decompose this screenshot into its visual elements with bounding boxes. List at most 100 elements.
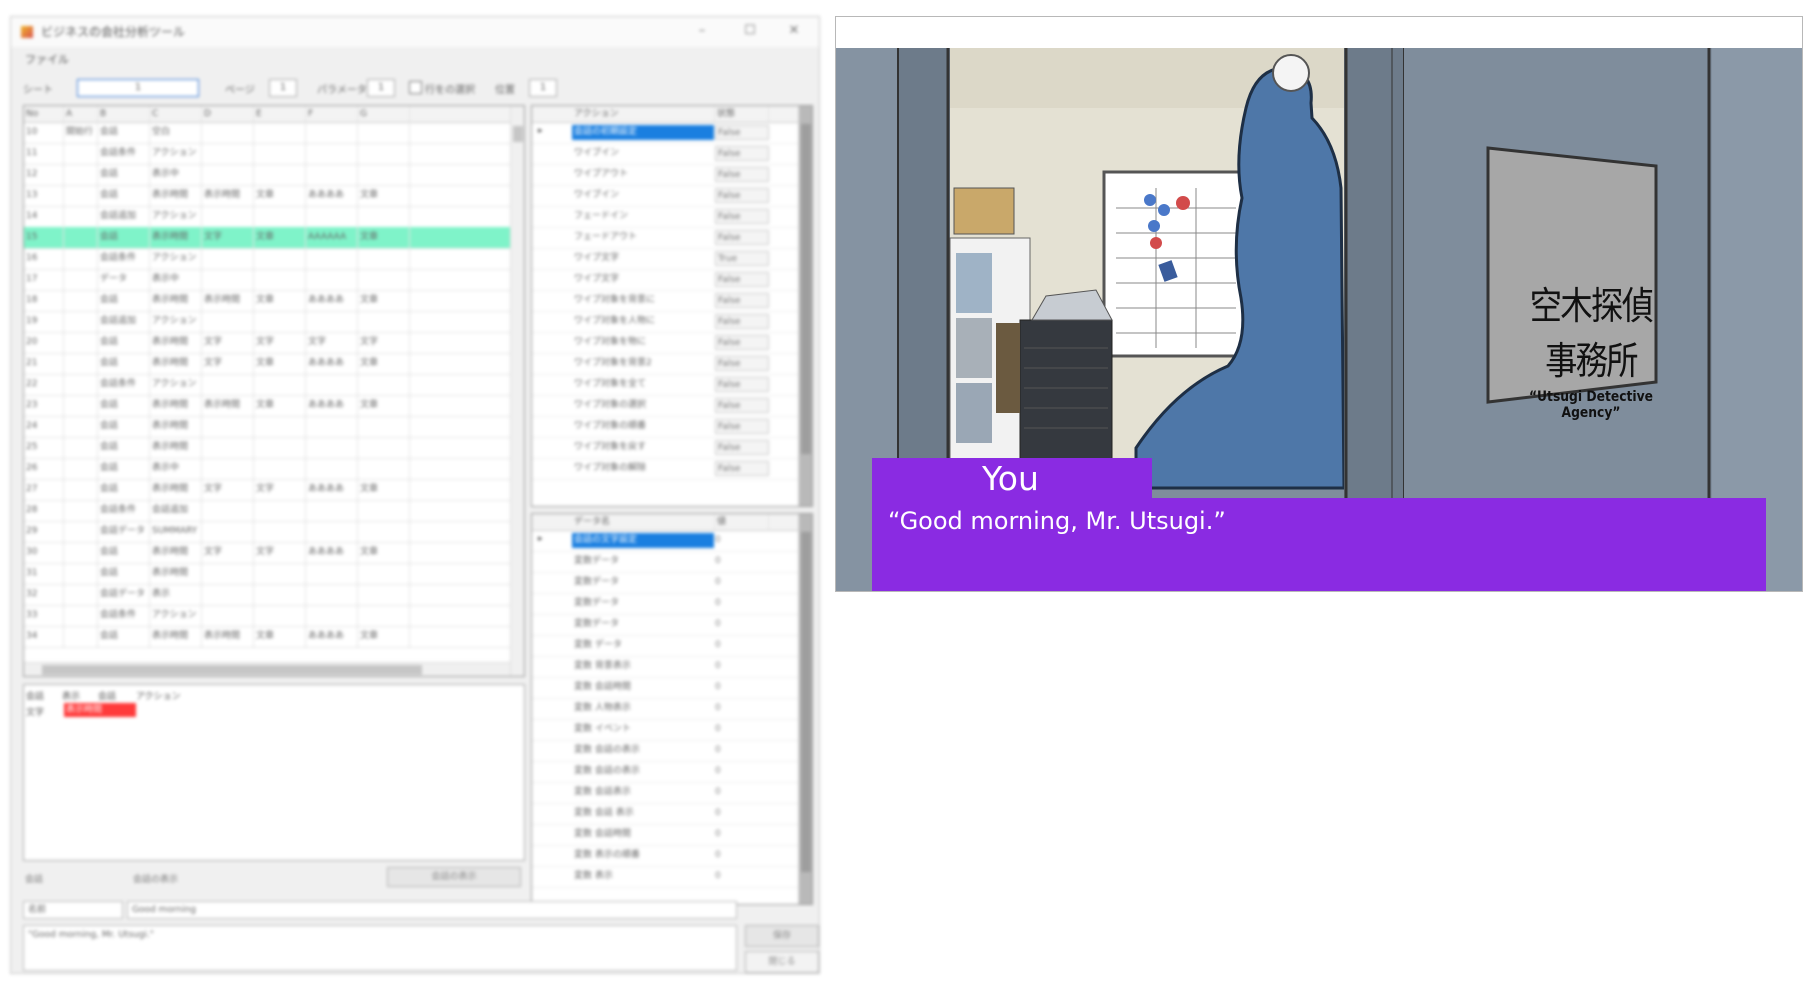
grid-cell[interactable] <box>64 248 98 269</box>
grid-cell[interactable]: 会話 <box>98 563 150 584</box>
grid-cell[interactable]: 表示時間 <box>150 563 202 584</box>
list-item-value[interactable]: 0 <box>715 680 769 695</box>
grid-row[interactable]: 10 開始行 会話 空白 <box>24 122 510 144</box>
list-item-name[interactable]: 変数 会話の表示 <box>572 764 714 779</box>
grid-row[interactable]: 28 会話条件 会話追加 <box>24 500 510 522</box>
grid-cell[interactable] <box>64 479 98 500</box>
list-item-name[interactable]: 変数 イベント <box>572 722 714 737</box>
grid-cell[interactable] <box>64 416 98 437</box>
grid-cell[interactable]: 29 <box>24 521 64 542</box>
close-editor-button[interactable]: 閉じる <box>745 951 819 973</box>
list-item-value[interactable]: False <box>715 272 769 287</box>
list-item-name[interactable]: 変数 データ <box>572 638 714 653</box>
list-item-value[interactable]: True <box>715 251 769 266</box>
grid-cell[interactable]: ああああ <box>306 185 358 206</box>
save-button[interactable]: 保存 <box>745 925 819 947</box>
list-item-value[interactable]: 0 <box>715 785 769 800</box>
grid-cell[interactable] <box>64 521 98 542</box>
list-item-value[interactable]: False <box>715 146 769 161</box>
grid-cell[interactable]: 10 <box>24 122 64 143</box>
list-item-name[interactable]: 変数 人物表示 <box>572 701 714 716</box>
list-item[interactable]: 変数 背景表示 0 <box>532 656 798 678</box>
grid-cell[interactable]: 文字 <box>202 479 254 500</box>
speaker-name-field[interactable]: 名前 <box>23 901 123 919</box>
grid-cell[interactable] <box>254 416 306 437</box>
list-item-name[interactable]: 変数 会話時間 <box>572 827 714 842</box>
grid-cell[interactable]: 表示時間 <box>202 626 254 647</box>
grid-cell[interactable]: 文章 <box>254 185 306 206</box>
list-item-name[interactable]: ワイプ対象を背景に <box>572 293 714 308</box>
grid-column-header[interactable]: No <box>24 106 64 122</box>
list-item-value[interactable]: 0 <box>715 701 769 716</box>
grid-cell[interactable]: 文字 <box>358 332 410 353</box>
grid-cell[interactable] <box>306 122 358 143</box>
list-item-value[interactable]: 0 <box>715 743 769 758</box>
grid-row[interactable]: 30 会話 表示時間 文字 文字 ああああ 文章 <box>24 542 510 564</box>
list-item-value[interactable]: False <box>715 440 769 455</box>
grid-cell[interactable] <box>202 416 254 437</box>
grid-cell[interactable] <box>358 416 410 437</box>
script-grid[interactable]: No A B C D E F G 10 開始行 会話 空白 11 会話条件 アクション 12 会話 表示中 13 会… <box>23 105 525 677</box>
grid-cell[interactable]: 会話追加 <box>98 311 150 332</box>
grid-cell[interactable]: 会話条件 <box>98 605 150 626</box>
grid-cell[interactable] <box>202 605 254 626</box>
list-item[interactable]: 変数 会話の表示 0 <box>532 761 798 783</box>
list-item-name[interactable]: ワイプ対象を全て <box>572 377 714 392</box>
grid-cell[interactable] <box>64 290 98 311</box>
grid-row[interactable]: 19 会話追加 アクション <box>24 311 510 333</box>
list-item-name[interactable]: 変数データ <box>572 596 714 611</box>
list-item[interactable]: ワイプ文字 True <box>532 248 798 270</box>
grid-cell[interactable] <box>202 269 254 290</box>
action-list-scroll-thumb[interactable] <box>801 124 811 454</box>
list-item-value[interactable]: 0 <box>715 659 769 674</box>
grid-cell[interactable] <box>306 458 358 479</box>
grid-cell[interactable]: 文章 <box>358 626 410 647</box>
list-item-name[interactable]: 変数データ <box>572 617 714 632</box>
grid-cell[interactable]: 26 <box>24 458 64 479</box>
list-item-value[interactable]: 0 <box>715 575 769 590</box>
grid-row[interactable]: 29 会話データ SUMMARY <box>24 521 510 543</box>
grid-cell[interactable]: 会話条件 <box>98 374 150 395</box>
grid-row[interactable]: 12 会話 表示中 <box>24 164 510 186</box>
grid-row[interactable]: 20 会話 表示時間 文字 文字 文字 文字 <box>24 332 510 354</box>
grid-cell[interactable] <box>306 374 358 395</box>
grid-cell[interactable] <box>64 311 98 332</box>
list-item-name[interactable]: ワイプ対象を背景2 <box>572 356 714 371</box>
grid-cell[interactable]: 30 <box>24 542 64 563</box>
list-item-value[interactable]: 0 <box>715 869 769 884</box>
list-item[interactable]: ワイプ対象を背景に False <box>532 290 798 312</box>
grid-cell[interactable]: 表示中 <box>150 269 202 290</box>
list-item[interactable]: 変数 会話 表示 0 <box>532 803 798 825</box>
grid-cell[interactable]: 25 <box>24 437 64 458</box>
list-item-name[interactable]: 変数データ <box>572 554 714 569</box>
grid-cell[interactable] <box>254 164 306 185</box>
grid-cell[interactable]: アクション <box>150 248 202 269</box>
grid-cell[interactable]: 会話 <box>98 542 150 563</box>
list-item-value[interactable]: False <box>715 230 769 245</box>
list-item[interactable]: 変数 表示 0 <box>532 866 798 888</box>
grid-cell[interactable] <box>254 605 306 626</box>
code-field[interactable]: Good morning <box>127 901 737 919</box>
grid-cell[interactable] <box>254 437 306 458</box>
data-list-scrollbar[interactable] <box>798 514 812 904</box>
close-button[interactable]: ✕ <box>783 21 805 41</box>
grid-cell[interactable] <box>254 206 306 227</box>
grid-cell[interactable]: ああああ <box>306 479 358 500</box>
grid-cell[interactable]: 12 <box>24 164 64 185</box>
grid-cell[interactable] <box>254 374 306 395</box>
grid-row[interactable]: 27 会話 表示時間 文字 文字 ああああ 文章 <box>24 479 510 501</box>
grid-cell[interactable] <box>358 521 410 542</box>
grid-cell[interactable] <box>358 248 410 269</box>
sheet-field[interactable]: 1 <box>77 79 199 97</box>
grid-cell[interactable]: 表示中 <box>150 458 202 479</box>
grid-row[interactable]: 33 会話条件 アクション <box>24 605 510 627</box>
list-item[interactable]: ワイプ対象を背景2 False <box>532 353 798 375</box>
list-item[interactable]: 変数データ 0 <box>532 614 798 636</box>
grid-cell[interactable] <box>64 395 98 416</box>
grid-cell[interactable]: 22 <box>24 374 64 395</box>
grid-cell[interactable] <box>202 584 254 605</box>
list-item-name[interactable]: ワイプ対象の解除 <box>572 461 714 476</box>
grid-cell[interactable]: 会話 <box>98 290 150 311</box>
list-item-name[interactable]: 変数 背景表示 <box>572 659 714 674</box>
grid-cell[interactable] <box>202 563 254 584</box>
